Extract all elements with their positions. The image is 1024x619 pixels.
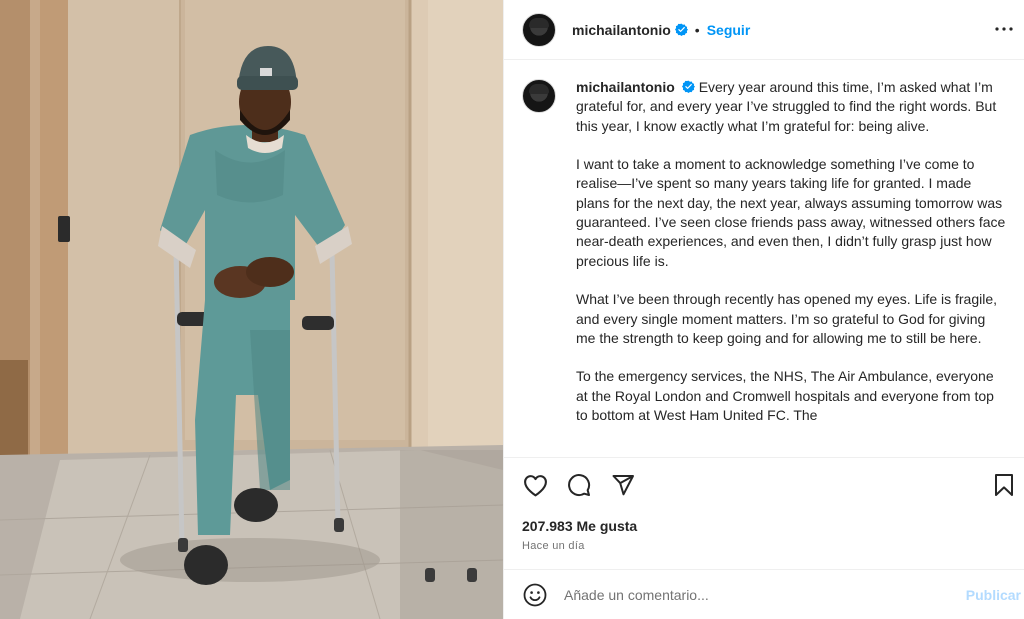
publish-button[interactable]: Publicar: [966, 587, 1021, 603]
avatar[interactable]: [522, 12, 556, 47]
separator-dot: •: [694, 21, 700, 38]
smiley-icon[interactable]: [522, 582, 548, 608]
heart-icon[interactable]: [522, 472, 548, 498]
caption-section: michailantonio Every year around this ti…: [504, 61, 1024, 457]
verified-badge-icon: [681, 79, 695, 93]
post-actions: 207.983 Me gusta Hace un día: [504, 457, 1024, 569]
caption-paragraph: I want to take a moment to acknowledge s…: [576, 156, 1006, 269]
more-options-icon[interactable]: [993, 18, 1015, 40]
header-username[interactable]: michailantonio: [572, 22, 671, 38]
comment-bubble-icon[interactable]: [566, 472, 592, 498]
photo-illustration: [0, 0, 503, 619]
comment-input[interactable]: [564, 586, 944, 603]
bookmark-icon[interactable]: [991, 472, 1017, 498]
paper-plane-icon[interactable]: [610, 472, 636, 498]
caption-text: michailantonio Every year around this ti…: [576, 78, 1007, 445]
follow-button[interactable]: Seguir: [707, 22, 751, 38]
post-side-panel: michailantonio • Seguir michailantonio E…: [503, 0, 1024, 619]
likes-count[interactable]: 207.983 Me gusta: [522, 518, 637, 534]
comment-bar: Publicar: [504, 569, 1024, 619]
caption-avatar[interactable]: [522, 79, 556, 113]
verified-badge-icon: [674, 23, 688, 36]
post-timestamp[interactable]: Hace un día: [522, 540, 585, 552]
caption-paragraph: What I’ve been through recently has open…: [576, 291, 998, 346]
caption-username[interactable]: michailantonio: [576, 79, 675, 95]
post-photo[interactable]: [0, 0, 503, 619]
post-header: michailantonio • Seguir: [504, 0, 1024, 60]
caption-paragraph: To the emergency services, the NHS, The …: [576, 368, 994, 424]
